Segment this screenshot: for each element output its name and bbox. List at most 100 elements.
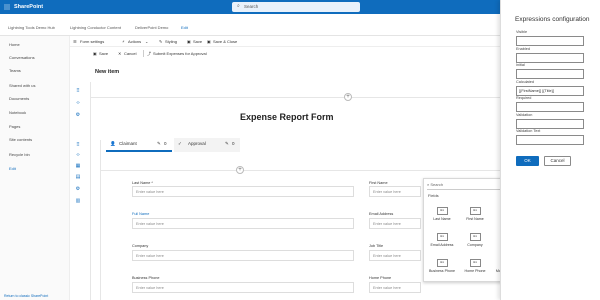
submit-icon: ⤴: [147, 51, 151, 56]
actions-icon: ⚡: [122, 39, 125, 44]
search-box[interactable]: ⌕ Search: [232, 2, 360, 12]
grid-icon[interactable]: ▦: [73, 163, 83, 169]
left-nav-item[interactable]: Conversations: [9, 55, 35, 60]
hub-nav-edit-link[interactable]: Edit: [181, 25, 188, 30]
tab-claimant[interactable]: 👤 Claimant ✎ 0: [106, 138, 172, 152]
last-name-input[interactable]: Enter value here: [132, 186, 354, 197]
email-address-input[interactable]: Enter value here: [369, 218, 421, 229]
cancel-button[interactable]: Cancel: [544, 156, 571, 166]
canvas-guide: [90, 82, 91, 300]
edit-icon[interactable]: ✎: [225, 141, 229, 147]
first-name-input[interactable]: Enter value here: [369, 186, 421, 197]
required-input[interactable]: [516, 102, 584, 112]
form-action-bar: ▣ Save ✕ Cancel ⤴ Submit Expenses for Ap…: [90, 49, 500, 59]
add-row-icon[interactable]: +: [236, 166, 244, 174]
field-card[interactable]: Abc Business Phone: [427, 259, 457, 279]
validation-input[interactable]: [516, 119, 584, 129]
text-field-icon: Abc: [436, 233, 448, 241]
left-nav-item[interactable]: Home: [9, 42, 20, 47]
left-nav-item[interactable]: Teams: [9, 68, 21, 73]
field-card[interactable]: Abc First Name: [460, 207, 490, 227]
email-address-label: Email Address: [369, 212, 394, 216]
divider: [143, 50, 144, 57]
hub-nav-item[interactable]: DeliverPoint Demo: [135, 25, 168, 30]
chevron-down-icon: ⌄: [145, 39, 149, 44]
business-phone-input[interactable]: Enter value here: [132, 282, 354, 293]
validation-text-input[interactable]: [516, 135, 584, 145]
left-navigation: Home Conversations Teams Shared with us …: [0, 36, 70, 300]
save-close-button[interactable]: Save & Close: [213, 39, 237, 44]
tab-approval[interactable]: ✓ Approval ✎ 0: [174, 138, 240, 152]
styling-button[interactable]: Styling: [165, 39, 177, 44]
tab-count: 0: [232, 141, 235, 146]
home-phone-input[interactable]: Enter value here: [369, 282, 421, 293]
first-name-label: First Name: [369, 181, 388, 185]
company-label: Company: [132, 244, 149, 248]
check-icon: ✓: [178, 141, 182, 146]
field-card[interactable]: Abc Email Address: [427, 233, 457, 253]
hub-nav-item[interactable]: Lightning Conductor Content: [70, 25, 121, 30]
styling-icon: ✎: [159, 39, 163, 44]
visible-input[interactable]: [516, 36, 584, 46]
left-nav-edit-link[interactable]: Edit: [9, 166, 16, 171]
field-card[interactable]: Abc Home Phone: [460, 259, 490, 279]
text-field-icon: Abc: [469, 207, 481, 215]
code-icon[interactable]: ‹›: [73, 152, 83, 158]
left-nav-item[interactable]: Documents: [9, 96, 29, 101]
save-icon: ▣: [93, 51, 97, 56]
layout-icon[interactable]: ▤: [73, 174, 83, 180]
job-title-label: Job Title: [369, 244, 384, 248]
initial-input[interactable]: [516, 69, 584, 79]
form-settings-button[interactable]: Form settings: [80, 39, 104, 44]
save-button[interactable]: Save: [193, 39, 202, 44]
cancel-icon: ✕: [118, 51, 122, 56]
company-input[interactable]: Enter value here: [132, 250, 354, 261]
ok-button[interactable]: OK: [516, 156, 539, 166]
search-icon: ⌕: [237, 3, 240, 9]
fields-header: Fields: [428, 193, 439, 198]
page-title: New item: [95, 69, 120, 75]
field-card-label: Home Phone: [464, 269, 486, 273]
command-bar: ☰ Form settings ⚡ Actions ⌄ ✎ Styling ▣ …: [70, 36, 500, 47]
full-name-input[interactable]: Enter value here: [132, 218, 354, 229]
text-field-icon: Abc: [469, 259, 481, 267]
calculated-input[interactable]: [{FirstName}] [{Title}]: [516, 86, 584, 96]
fields-search-placeholder: Search: [430, 182, 444, 187]
tab-label: Approval: [188, 141, 206, 146]
save-icon: ▣: [187, 39, 191, 44]
form-cancel-button[interactable]: Cancel: [124, 51, 136, 56]
add-section-icon[interactable]: +: [344, 93, 352, 101]
section-divider: [90, 97, 500, 98]
tab-count: 0: [164, 141, 167, 146]
field-card[interactable]: Abc Company: [460, 233, 490, 253]
field-card-label: First Name: [466, 217, 484, 221]
form-save-button[interactable]: Save: [99, 51, 108, 56]
code-icon[interactable]: ‹›: [73, 100, 83, 106]
left-nav-item[interactable]: Recycle bin: [9, 152, 30, 157]
table-icon[interactable]: ▥: [73, 198, 83, 204]
hub-nav-item[interactable]: Lightning Tools Demo Hub: [8, 25, 55, 30]
app-title[interactable]: SharePoint: [14, 2, 43, 12]
validation-label: Validation: [516, 113, 533, 117]
left-nav-item[interactable]: Pages: [9, 124, 20, 129]
settings-icon[interactable]: ⚙: [73, 186, 83, 192]
text-field-icon: Abc: [436, 259, 448, 267]
business-phone-label: Business Phone: [132, 276, 160, 280]
text-field-icon: Abc: [469, 233, 481, 241]
app-launcher-icon[interactable]: [4, 4, 10, 10]
field-card[interactable]: Abc Last Name: [427, 207, 457, 227]
drag-handle-icon[interactable]: ⠿: [73, 88, 83, 94]
left-nav-item[interactable]: Notebook: [9, 110, 26, 115]
edit-icon[interactable]: ✎: [157, 141, 161, 147]
left-nav-item[interactable]: Shared with us: [9, 83, 35, 88]
job-title-input[interactable]: Enter value here: [369, 250, 421, 261]
drag-handle-icon[interactable]: ⠿: [73, 142, 83, 148]
actions-button[interactable]: Actions: [128, 39, 141, 44]
left-nav-item[interactable]: Site contents: [9, 137, 32, 142]
enabled-input[interactable]: [516, 53, 584, 63]
settings-icon[interactable]: ⚙: [73, 112, 83, 118]
submit-expenses-button[interactable]: Submit Expenses for Approval: [153, 51, 207, 56]
return-to-classic-link[interactable]: Return to classic SharePoint: [4, 294, 48, 298]
search-placeholder: Search: [244, 4, 259, 9]
hub-navigation: Lightning Tools Demo Hub Lightning Condu…: [0, 14, 500, 36]
